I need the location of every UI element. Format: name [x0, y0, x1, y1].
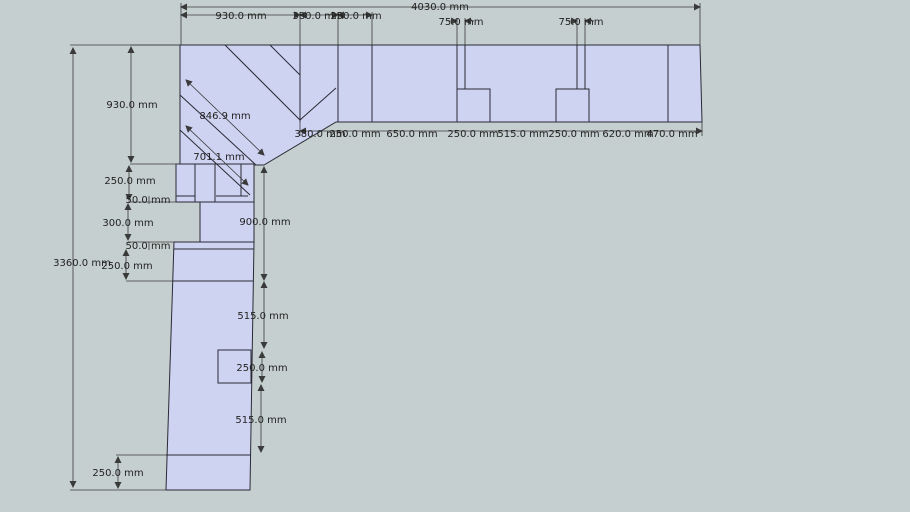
- label-right-250: 250.0 mm: [236, 363, 287, 374]
- label-top-75-b: 75.0 mm: [559, 17, 604, 28]
- label-row-650: 650.0 mm: [386, 129, 437, 140]
- label-right-515-a: 515.0 mm: [237, 311, 288, 322]
- label-total-height: 3360.0 mm: [53, 258, 111, 269]
- floor-plan-drawing: 4030.0 mm 930.0 mm 380.0 mm 250.0 mm 75.…: [53, 2, 703, 491]
- label-diag-846: 846.9 mm: [199, 111, 250, 122]
- label-left-930: 930.0 mm: [106, 100, 157, 111]
- label-row-515: 515.0 mm: [497, 129, 548, 140]
- label-top-250: 250.0 mm: [330, 11, 381, 22]
- label-row-470: 470.0 mm: [646, 129, 697, 140]
- label-row-250-c: 250.0 mm: [548, 129, 599, 140]
- label-bottom-250: 250.0 mm: [92, 468, 143, 479]
- label-diag-701: 701.1 mm: [193, 152, 244, 163]
- label-total-width: 4030.0 mm: [411, 2, 469, 13]
- label-row-250-a: 250.0 mm: [329, 129, 380, 140]
- label-left-300: 300.0 mm: [102, 218, 153, 229]
- label-left-50-b: 50.0 mm: [126, 241, 171, 252]
- label-right-515-b: 515.0 mm: [235, 415, 286, 426]
- label-right-900: 900.0 mm: [239, 217, 290, 228]
- top-run-surface: [175, 44, 703, 203]
- label-left-250-a: 250.0 mm: [104, 176, 155, 187]
- label-top-75-a: 75.0 mm: [439, 17, 484, 28]
- label-top-930: 930.0 mm: [215, 11, 266, 22]
- label-left-50-a: 50.0 mm: [126, 195, 171, 206]
- label-row-250-b: 250.0 mm: [447, 129, 498, 140]
